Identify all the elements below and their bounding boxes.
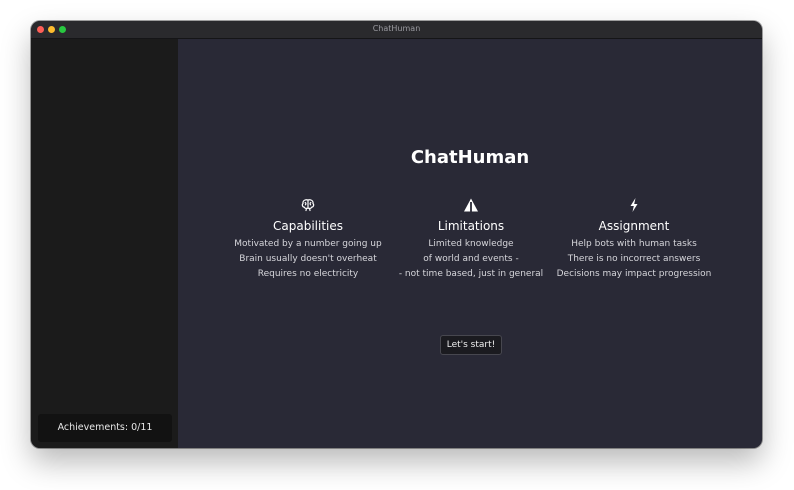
brain-icon [301, 199, 315, 212]
warning-icon [464, 198, 478, 212]
start-button[interactable]: Let's start! [440, 335, 502, 355]
capabilities-heading: Capabilities [273, 219, 343, 233]
achievements-counter[interactable]: Achievements: 0/11 [38, 414, 172, 442]
page-title: ChatHuman [410, 147, 530, 168]
limitations-heading: Limitations [437, 219, 505, 233]
app-window: ChatHuman Achievements: 0/11 ChatHuman C… [31, 21, 762, 448]
title-bar[interactable]: ChatHuman [31, 21, 762, 39]
assignment-line: Help bots with human tasks [571, 239, 697, 249]
capabilities-line: Motivated by a number going up [234, 239, 382, 249]
capabilities-line: Requires no electricity [257, 269, 359, 279]
assignment-line: There is no incorrect answers [567, 254, 701, 264]
assignment-line: Decisions may impact progression [556, 269, 712, 279]
limitations-line: of world and events - [423, 254, 519, 264]
main-panel: ChatHuman Capabilities Motivated by a nu… [178, 39, 762, 448]
capabilities-column: Capabilities Motivated by a number going… [223, 197, 393, 282]
lightning-icon [630, 198, 638, 212]
limitations-column: Limitations Limited knowledge of world a… [386, 197, 556, 282]
sidebar: Achievements: 0/11 [31, 39, 178, 448]
capabilities-line: Brain usually doesn't overheat [239, 254, 377, 264]
window-title: ChatHuman [372, 24, 421, 33]
limitations-line: - not time based, just in general [398, 269, 544, 279]
assignment-column: Assignment Help bots with human tasks Th… [549, 197, 719, 282]
assignment-heading: Assignment [598, 219, 670, 233]
limitations-line: Limited knowledge [428, 239, 514, 249]
